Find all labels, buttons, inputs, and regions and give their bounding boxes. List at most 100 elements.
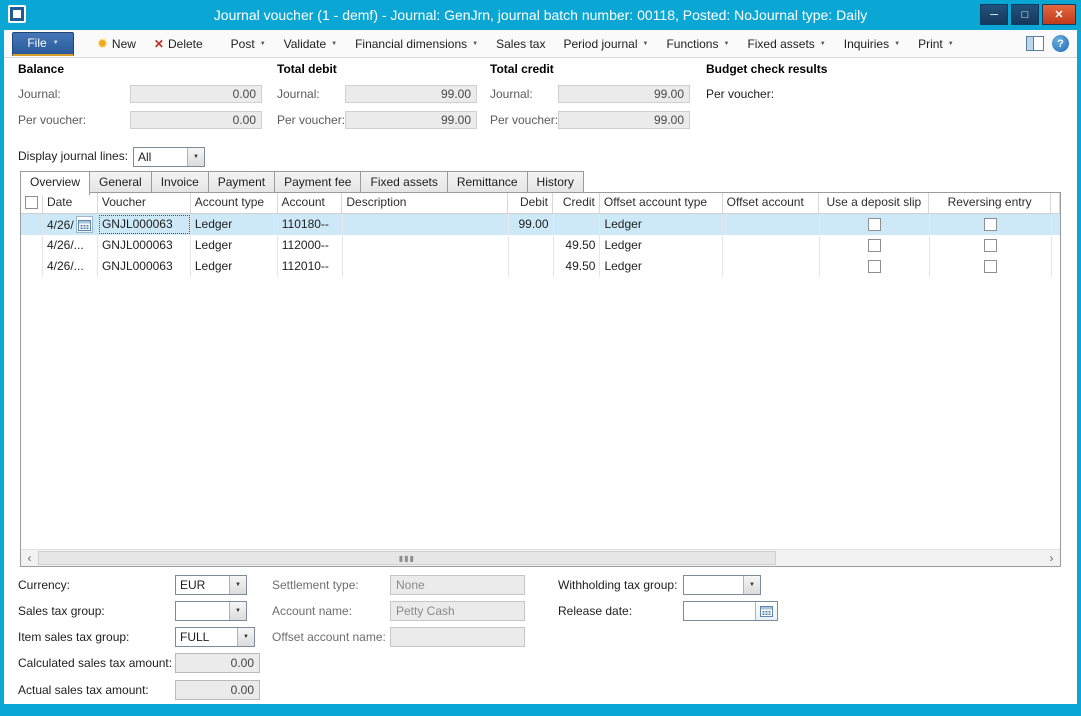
column-header-debit[interactable]: Debit <box>508 193 553 213</box>
select-all-checkbox[interactable] <box>25 196 38 209</box>
scroll-right-arrow-icon[interactable]: › <box>1043 550 1060 566</box>
debit-cell[interactable] <box>509 235 554 256</box>
column-header-description[interactable]: Description <box>342 193 508 213</box>
column-header-offset-account-type[interactable]: Offset account type <box>600 193 723 213</box>
period-journal-menu[interactable]: Period journal ▼ <box>554 31 657 57</box>
chevron-down-icon[interactable]: ▼ <box>743 576 760 594</box>
reversing-entry-cell[interactable] <box>930 256 1052 277</box>
offset-account-cell[interactable] <box>723 235 820 256</box>
offset-account-cell[interactable] <box>723 214 820 235</box>
minimize-button[interactable]: ─ <box>980 4 1008 25</box>
offset-account-type-cell[interactable]: Ledger <box>600 214 723 235</box>
account-cell[interactable]: 112000-- <box>278 235 343 256</box>
reversing-entry-checkbox[interactable] <box>984 218 997 231</box>
use-deposit-slip-cell[interactable] <box>820 256 930 277</box>
tab-payment[interactable]: Payment <box>209 171 275 193</box>
tab-remittance[interactable]: Remittance <box>448 171 528 193</box>
column-header-voucher[interactable]: Voucher <box>98 193 191 213</box>
tab-payment-fee[interactable]: Payment fee <box>275 171 361 193</box>
fixed-assets-menu[interactable]: Fixed assets ▼ <box>738 31 834 57</box>
inquiries-menu[interactable]: Inquiries ▼ <box>835 31 909 57</box>
description-cell[interactable] <box>343 235 509 256</box>
validate-menu[interactable]: Validate ▼ <box>275 31 346 57</box>
date-cell[interactable]: 4/26/ <box>43 214 98 235</box>
reversing-entry-cell[interactable] <box>930 214 1052 235</box>
use-deposit-slip-checkbox[interactable] <box>868 260 881 273</box>
grid-row-3[interactable]: 4/26/... GNJL000063 Ledger 112010-- 49.5… <box>21 256 1060 277</box>
help-icon[interactable]: ? <box>1052 35 1069 52</box>
reversing-entry-cell[interactable] <box>930 235 1052 256</box>
credit-cell[interactable]: 49.50 <box>554 235 601 256</box>
use-deposit-slip-checkbox[interactable] <box>868 239 881 252</box>
release-date-input[interactable] <box>683 601 778 621</box>
item-sales-tax-group-select[interactable]: FULL ▼ <box>175 627 255 647</box>
withholding-tax-group-select[interactable]: ▼ <box>683 575 761 595</box>
column-header-date[interactable]: Date <box>43 193 98 213</box>
new-button[interactable]: ✹ New <box>88 31 145 57</box>
account-type-cell[interactable]: Ledger <box>191 235 278 256</box>
description-cell[interactable] <box>343 256 509 277</box>
date-picker-button[interactable] <box>755 602 777 620</box>
delete-button[interactable]: ✕ Delete <box>145 31 212 57</box>
column-header-offset-account[interactable]: Offset account <box>723 193 820 213</box>
voucher-cell[interactable]: GNJL000063 <box>98 214 191 235</box>
financial-dimensions-menu[interactable]: Financial dimensions ▼ <box>346 31 487 57</box>
tab-fixed-assets[interactable]: Fixed assets <box>361 171 447 193</box>
use-deposit-slip-cell[interactable] <box>820 214 930 235</box>
column-header-use-deposit-slip[interactable]: Use a deposit slip <box>819 193 929 213</box>
account-cell[interactable]: 112010-- <box>278 256 343 277</box>
row-selector-cell[interactable] <box>21 235 43 256</box>
row-selector-cell[interactable] <box>21 256 43 277</box>
account-cell[interactable]: 110180-- <box>278 214 343 235</box>
chevron-down-icon[interactable]: ▼ <box>229 576 246 594</box>
grid-row-1[interactable]: 4/26/ GNJL000063 Ledger 110180-- 99.00 L… <box>21 214 1060 235</box>
layout-view-icon[interactable] <box>1026 36 1044 51</box>
voucher-cell[interactable]: GNJL000063 <box>98 256 191 277</box>
close-button[interactable]: ✕ <box>1042 4 1076 25</box>
use-deposit-slip-checkbox[interactable] <box>868 218 881 231</box>
post-menu[interactable]: Post ▼ <box>222 31 275 57</box>
use-deposit-slip-cell[interactable] <box>820 235 930 256</box>
column-header-reversing-entry[interactable]: Reversing entry <box>929 193 1051 213</box>
print-menu[interactable]: Print ▼ <box>909 31 963 57</box>
currency-select[interactable]: EUR ▼ <box>175 575 247 595</box>
tab-overview[interactable]: Overview <box>20 171 90 195</box>
offset-account-cell[interactable] <box>723 256 820 277</box>
chevron-down-icon[interactable]: ▼ <box>187 148 204 166</box>
chevron-down-icon[interactable]: ▼ <box>237 628 254 646</box>
functions-menu[interactable]: Functions ▼ <box>657 31 738 57</box>
chevron-down-icon[interactable]: ▼ <box>229 602 246 620</box>
debit-cell[interactable]: 99.00 <box>509 214 554 235</box>
column-header-filler <box>1051 193 1060 213</box>
column-header-account[interactable]: Account <box>278 193 343 213</box>
sales-tax-group-select[interactable]: ▼ <box>175 601 247 621</box>
date-cell[interactable]: 4/26/... <box>43 256 98 277</box>
tab-invoice[interactable]: Invoice <box>152 171 209 193</box>
date-cell[interactable]: 4/26/... <box>43 235 98 256</box>
scrollbar-thumb[interactable]: ▮▮▮ <box>38 551 776 565</box>
credit-cell[interactable] <box>554 214 601 235</box>
date-picker-button[interactable] <box>76 216 93 233</box>
column-header-account-type[interactable]: Account type <box>191 193 278 213</box>
reversing-entry-checkbox[interactable] <box>984 260 997 273</box>
sales-tax-button[interactable]: Sales tax <box>487 31 554 57</box>
credit-cell[interactable]: 49.50 <box>554 256 601 277</box>
horizontal-scrollbar[interactable]: ‹ ▮▮▮ › <box>21 549 1060 566</box>
account-type-cell[interactable]: Ledger <box>191 256 278 277</box>
offset-account-type-cell[interactable]: Ledger <box>600 235 723 256</box>
reversing-entry-checkbox[interactable] <box>984 239 997 252</box>
scroll-left-arrow-icon[interactable]: ‹ <box>21 550 38 566</box>
voucher-cell[interactable]: GNJL000063 <box>98 235 191 256</box>
file-menu-button[interactable]: File ▼ <box>12 32 74 56</box>
offset-account-type-cell[interactable]: Ledger <box>600 256 723 277</box>
description-cell[interactable] <box>343 214 509 235</box>
debit-cell[interactable] <box>509 256 554 277</box>
maximize-button[interactable]: □ <box>1011 4 1039 25</box>
grid-row-2[interactable]: 4/26/... GNJL000063 Ledger 112000-- 49.5… <box>21 235 1060 256</box>
tab-general[interactable]: General <box>90 171 152 193</box>
account-type-cell[interactable]: Ledger <box>191 214 278 235</box>
display-journal-lines-select[interactable]: All ▼ <box>133 147 205 167</box>
column-header-credit[interactable]: Credit <box>553 193 600 213</box>
row-selector-cell[interactable] <box>21 214 43 235</box>
tab-history[interactable]: History <box>528 171 584 193</box>
